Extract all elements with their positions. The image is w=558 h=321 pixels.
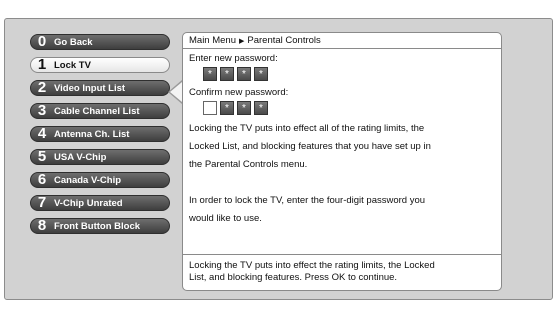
menu-item-label: USA V-Chip: [54, 151, 107, 163]
password-digit-box: *: [254, 67, 268, 81]
menu-item-antenna-ch-list[interactable]: 4 Antenna Ch. List: [30, 126, 170, 142]
menu-item-label: Antenna Ch. List: [54, 128, 130, 140]
password-digit-box: *: [254, 101, 268, 115]
description-line: Locked List, and blocking features that …: [189, 141, 431, 152]
description-line: Locking the TV puts into effect all of t…: [189, 123, 425, 134]
lock-tv-description: Locking the TV puts into effect all of t…: [189, 120, 495, 228]
menu-item-label: Video Input List: [54, 82, 126, 94]
menu-item-go-back[interactable]: 0 Go Back: [30, 34, 170, 50]
breadcrumb-current: Parental Controls: [247, 35, 321, 46]
menu-item-number: 1: [37, 56, 47, 73]
menu-item-number: 2: [37, 79, 47, 96]
confirm-password-label: Confirm new password:: [189, 87, 289, 98]
menu-item-label: Go Back: [54, 36, 93, 48]
description-line: the Parental Controls menu.: [189, 159, 308, 170]
menu-item-label: V-Chip Unrated: [54, 197, 123, 209]
help-footer: Locking the TV puts into effect the rati…: [183, 254, 501, 290]
parental-controls-panel: Main Menu ▶ Parental Controls Enter new …: [182, 32, 502, 291]
menu-item-usa-v-chip[interactable]: 5 USA V-Chip: [30, 149, 170, 165]
menu-item-v-chip-unrated[interactable]: 7 V-Chip Unrated: [30, 195, 170, 211]
menu-item-number: 3: [37, 102, 47, 119]
panel-content: Enter new password: * * * * Confirm new …: [183, 49, 501, 228]
menu-item-number: 8: [37, 217, 47, 234]
menu-item-number: 7: [37, 194, 47, 211]
menu-item-number: 5: [37, 148, 47, 165]
password-digit-box: *: [237, 101, 251, 115]
confirm-password-field[interactable]: * * *: [203, 101, 495, 117]
help-line: Locking the TV puts into effect the rati…: [189, 260, 435, 271]
breadcrumb: Main Menu ▶ Parental Controls: [183, 33, 501, 49]
password-digit-box: *: [220, 101, 234, 115]
menu-item-canada-v-chip[interactable]: 6 Canada V-Chip: [30, 172, 170, 188]
menu-item-cable-channel-list[interactable]: 3 Cable Channel List: [30, 103, 170, 119]
password-digit-box: *: [203, 67, 217, 81]
menu-item-number: 0: [37, 33, 47, 50]
enter-password-label: Enter new password:: [189, 53, 278, 64]
menu-item-number: 4: [37, 125, 47, 142]
selection-pointer-icon: [170, 82, 182, 102]
enter-password-field[interactable]: * * * *: [203, 67, 495, 83]
breadcrumb-root[interactable]: Main Menu: [189, 35, 236, 46]
password-digit-box: *: [237, 67, 251, 81]
breadcrumb-arrow-icon: ▶: [239, 37, 245, 45]
menu-item-label: Cable Channel List: [54, 105, 140, 117]
menu-item-label: Canada V-Chip: [54, 174, 122, 186]
password-digit-box: *: [220, 67, 234, 81]
help-line: List, and blocking features. Press OK to…: [189, 272, 398, 283]
menu-item-video-input-list[interactable]: 2 Video Input List: [30, 80, 170, 96]
menu-item-lock-tv[interactable]: 1 Lock TV: [30, 57, 170, 73]
password-digit-box: [203, 101, 217, 115]
menu-item-label: Lock TV: [54, 59, 91, 71]
description-line: would like to use.: [189, 213, 262, 224]
menu-item-number: 6: [37, 171, 47, 188]
menu-item-front-button-block[interactable]: 8 Front Button Block: [30, 218, 170, 234]
menu-item-label: Front Button Block: [54, 220, 141, 232]
description-line: In order to lock the TV, enter the four-…: [189, 195, 426, 206]
